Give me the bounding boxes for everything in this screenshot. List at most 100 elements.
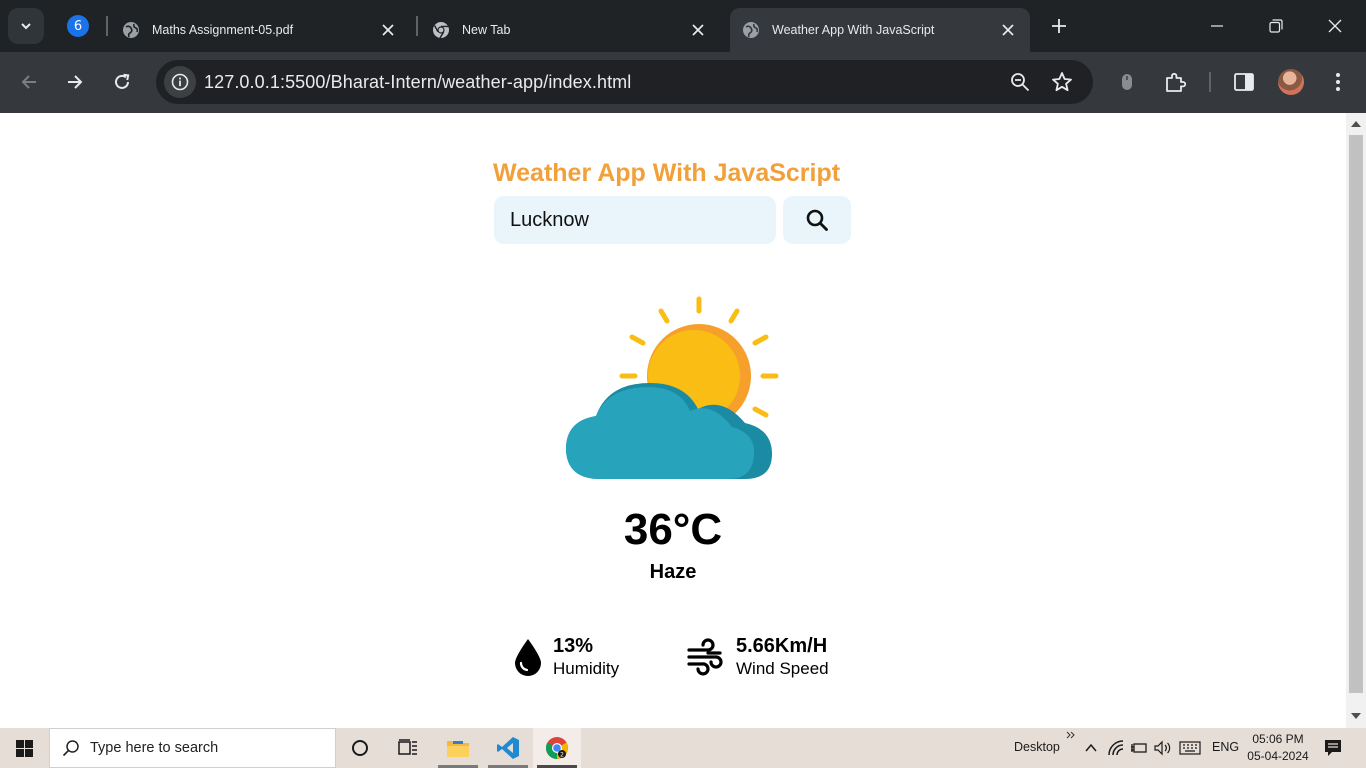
side-panel-button[interactable]: [1228, 66, 1260, 98]
humidity-detail: 13% Humidity: [512, 635, 619, 679]
vscode-button[interactable]: [484, 728, 532, 768]
arrow-left-icon: [21, 75, 36, 89]
reload-icon: [115, 73, 130, 89]
temperature-value: 36°C: [623, 505, 723, 554]
more-vert-icon: [1336, 73, 1340, 91]
battery-icon[interactable]: [1130, 741, 1148, 755]
taskbar-search-box[interactable]: Type here to search: [49, 728, 336, 768]
cortana-circle-icon: [352, 740, 368, 756]
windows-taskbar: Type here to search 2 Desktop ENG 05:06 …: [0, 728, 1366, 768]
humidity-value: 13%: [553, 635, 594, 657]
tab-title: Weather App With JavaScript: [772, 23, 935, 37]
sun-behind-cloud-icon: [565, 296, 779, 479]
globe-icon: [743, 22, 759, 38]
taskbar-clock[interactable]: 05:06 PM 05-04-2024: [1246, 731, 1310, 765]
url-text[interactable]: 127.0.0.1:5500/Bharat-Intern/weather-app…: [204, 72, 631, 93]
wind-text: 5.66Km/H Wind Speed: [736, 635, 829, 679]
restore-icon: [1269, 19, 1283, 33]
restore-button[interactable]: [1247, 0, 1305, 52]
close-window-button[interactable]: [1306, 0, 1364, 52]
scroll-up-arrow[interactable]: [1351, 121, 1361, 127]
address-bar[interactable]: 127.0.0.1:5500/Bharat-Intern/weather-app…: [156, 60, 1093, 104]
chrome-icon: 2: [546, 737, 568, 759]
puzzle-icon: [1166, 72, 1186, 92]
search-icon: [62, 740, 79, 757]
minimize-button[interactable]: [1188, 0, 1246, 52]
extensions-button[interactable]: [1159, 66, 1191, 98]
start-button[interactable]: [0, 728, 48, 768]
folder-icon: [447, 741, 469, 757]
tab-separator: [106, 16, 108, 36]
wind-value: 5.66Km/H: [736, 635, 828, 657]
wifi-icon[interactable]: [1108, 740, 1124, 756]
humidity-text: 13% Humidity: [553, 635, 619, 679]
water-drop-icon: [515, 639, 541, 676]
zoom-out-icon: [1011, 73, 1030, 92]
arrow-right-icon: [68, 75, 83, 89]
zoom-button[interactable]: [1008, 70, 1032, 94]
windows-logo-icon: [15, 739, 33, 757]
tab-search-button[interactable]: [8, 8, 44, 44]
forward-button[interactable]: [59, 66, 91, 98]
show-hidden-icons-icon[interactable]: [1084, 741, 1098, 755]
search-icon: [806, 209, 828, 231]
minimize-icon: [1211, 25, 1223, 27]
humidity-label: Humidity: [553, 659, 620, 678]
vscode-icon: [497, 737, 519, 759]
browser-toolbar: 127.0.0.1:5500/Bharat-Intern/weather-app…: [0, 52, 1366, 113]
desktop-toolbar-label[interactable]: Desktop: [1014, 740, 1060, 754]
globe-icon: [123, 22, 139, 38]
bookmark-button[interactable]: [1050, 70, 1074, 94]
close-icon[interactable]: [376, 18, 400, 42]
scroll-down-arrow[interactable]: [1351, 713, 1361, 719]
tab-maths-assignment[interactable]: Maths Assignment-05.pdf: [110, 8, 410, 52]
file-explorer-button[interactable]: [434, 728, 482, 768]
tab-group-badge[interactable]: 6: [67, 15, 89, 37]
reload-button[interactable]: [106, 66, 138, 98]
page-scrollbar[interactable]: [1346, 113, 1366, 728]
search-button[interactable]: [783, 196, 851, 244]
task-view-button[interactable]: [384, 728, 432, 768]
tab-title: New Tab: [462, 23, 511, 37]
chrome-taskbar-button[interactable]: 2: [533, 728, 581, 768]
clock-date: 05-04-2024: [1247, 749, 1309, 763]
star-icon: [1052, 72, 1072, 92]
plus-icon: [1052, 19, 1066, 33]
tab-title: Maths Assignment-05.pdf: [152, 23, 294, 37]
chevron-down-icon: [21, 23, 31, 30]
back-button[interactable]: [13, 66, 45, 98]
close-icon[interactable]: [686, 18, 710, 42]
double-chevron-icon[interactable]: [1066, 731, 1076, 739]
new-tab-button[interactable]: [1046, 13, 1072, 39]
extension-button[interactable]: [1111, 66, 1143, 98]
language-indicator[interactable]: ENG: [1212, 740, 1239, 754]
weather-description: Haze: [649, 561, 697, 583]
keyboard-icon[interactable]: [1179, 741, 1201, 755]
notification-icon[interactable]: [1324, 739, 1342, 757]
wind-label: Wind Speed: [736, 659, 829, 678]
scroll-thumb[interactable]: [1349, 135, 1363, 693]
tab-new-tab[interactable]: New Tab: [420, 8, 720, 52]
clock-time: 05:06 PM: [1252, 732, 1304, 746]
profile-avatar[interactable]: [1278, 69, 1304, 95]
weather-app-page: Weather App With JavaScript 36°C Haze 13…: [0, 113, 1346, 728]
mouse-extension-icon: [1122, 74, 1132, 90]
task-view-icon: [398, 739, 417, 755]
close-icon[interactable]: [996, 18, 1020, 42]
volume-icon[interactable]: [1154, 740, 1172, 756]
wind-detail: 5.66Km/H Wind Speed: [686, 635, 829, 679]
chrome-icon: [433, 22, 449, 39]
side-panel-icon: [1234, 73, 1254, 91]
close-icon: [1328, 19, 1342, 33]
taskbar-search-placeholder: Type here to search: [90, 740, 219, 756]
svg-text:2: 2: [560, 752, 564, 759]
info-icon: [171, 73, 189, 91]
app-title: Weather App With JavaScript: [493, 159, 841, 187]
city-search-input[interactable]: [494, 196, 776, 244]
tab-weather-app[interactable]: Weather App With JavaScript: [730, 8, 1030, 52]
chrome-menu-button[interactable]: [1322, 66, 1354, 98]
browser-tab-bar: 6 Maths Assignment-05.pdf New Tab Weathe…: [0, 0, 1366, 52]
cortana-button[interactable]: [336, 728, 384, 768]
site-info-button[interactable]: [164, 66, 196, 98]
toolbar-separator: [1209, 72, 1211, 92]
